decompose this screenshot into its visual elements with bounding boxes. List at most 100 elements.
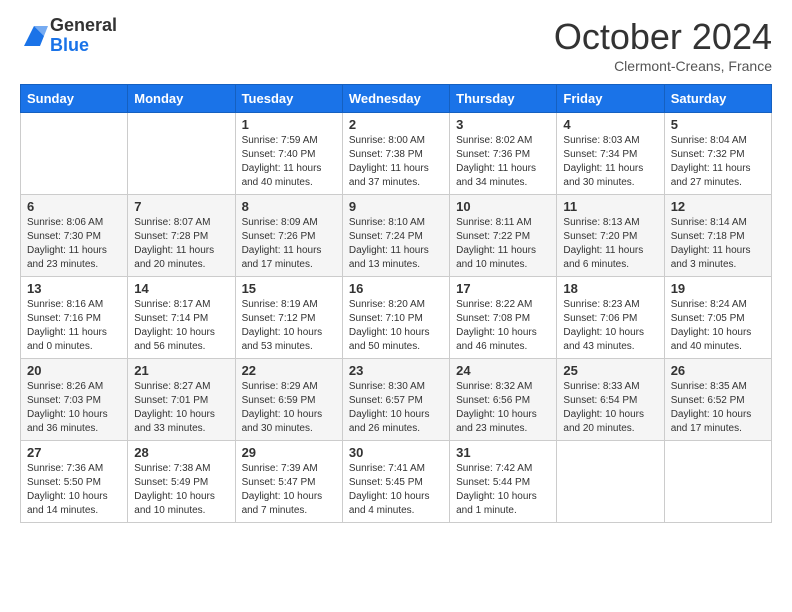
sunset-text: Sunset: 5:50 PM (27, 476, 121, 490)
daylight-text: Daylight: 11 hours and 23 minutes. (27, 244, 121, 272)
day-info: Sunrise: 8:03 AMSunset: 7:34 PMDaylight:… (563, 134, 657, 190)
sunrise-text: Sunrise: 8:04 AM (671, 134, 765, 148)
sunset-text: Sunset: 7:40 PM (242, 148, 336, 162)
sunrise-text: Sunrise: 8:23 AM (563, 298, 657, 312)
logo: General Blue (20, 16, 117, 56)
daylight-text: Daylight: 11 hours and 0 minutes. (27, 326, 121, 354)
sunset-text: Sunset: 7:30 PM (27, 230, 121, 244)
day-info: Sunrise: 8:00 AMSunset: 7:38 PMDaylight:… (349, 134, 443, 190)
daylight-text: Daylight: 10 hours and 1 minute. (456, 490, 550, 518)
sunset-text: Sunset: 7:12 PM (242, 312, 336, 326)
daylight-text: Daylight: 10 hours and 33 minutes. (134, 408, 228, 436)
header: General Blue October 2024 Clermont-Crean… (20, 16, 772, 74)
sunrise-text: Sunrise: 8:11 AM (456, 216, 550, 230)
day-number: 2 (349, 117, 443, 132)
table-row: 28 Sunrise: 7:38 AMSunset: 5:49 PMDayligh… (128, 441, 235, 523)
day-info: Sunrise: 8:09 AMSunset: 7:26 PMDaylight:… (242, 216, 336, 272)
table-row: 18 Sunrise: 8:23 AMSunset: 7:06 PMDayligh… (557, 277, 664, 359)
day-info: Sunrise: 8:02 AMSunset: 7:36 PMDaylight:… (456, 134, 550, 190)
table-row: 4Sunrise: 8:03 AMSunset: 7:34 PMDaylight… (557, 113, 664, 195)
day-info: Sunrise: 7:41 AMSunset: 5:45 PMDaylight:… (349, 462, 443, 518)
day-number: 11 (563, 199, 657, 214)
month-title: October 2024 (554, 16, 772, 58)
col-tuesday: Tuesday (235, 85, 342, 113)
sunrise-text: Sunrise: 7:42 AM (456, 462, 550, 476)
sunrise-text: Sunrise: 8:17 AM (134, 298, 228, 312)
col-saturday: Saturday (664, 85, 771, 113)
day-number: 17 (456, 281, 550, 296)
sunrise-text: Sunrise: 8:03 AM (563, 134, 657, 148)
sunrise-text: Sunrise: 7:41 AM (349, 462, 443, 476)
day-info: Sunrise: 8:23 AMSunset: 7:06 PMDaylight:… (563, 298, 657, 354)
day-number: 9 (349, 199, 443, 214)
day-number: 7 (134, 199, 228, 214)
table-row (21, 113, 128, 195)
sunrise-text: Sunrise: 8:13 AM (563, 216, 657, 230)
daylight-text: Daylight: 11 hours and 17 minutes. (242, 244, 336, 272)
table-row: 21Sunrise: 8:27 AMSunset: 7:01 PMDayligh… (128, 359, 235, 441)
day-info: Sunrise: 8:24 AMSunset: 7:05 PMDaylight:… (671, 298, 765, 354)
day-number: 18 (563, 281, 657, 296)
daylight-text: Daylight: 10 hours and 7 minutes. (242, 490, 336, 518)
sunset-text: Sunset: 7:05 PM (671, 312, 765, 326)
daylight-text: Daylight: 10 hours and 23 minutes. (456, 408, 550, 436)
day-number: 26 (671, 363, 765, 378)
location-subtitle: Clermont-Creans, France (554, 58, 772, 74)
sunrise-text: Sunrise: 8:14 AM (671, 216, 765, 230)
daylight-text: Daylight: 11 hours and 3 minutes. (671, 244, 765, 272)
daylight-text: Daylight: 11 hours and 10 minutes. (456, 244, 550, 272)
table-row: 30Sunrise: 7:41 AMSunset: 5:45 PMDayligh… (342, 441, 449, 523)
day-number: 5 (671, 117, 765, 132)
sunrise-text: Sunrise: 8:09 AM (242, 216, 336, 230)
sunrise-text: Sunrise: 8:02 AM (456, 134, 550, 148)
daylight-text: Daylight: 10 hours and 40 minutes. (671, 326, 765, 354)
day-info: Sunrise: 7:42 AMSunset: 5:44 PMDaylight:… (456, 462, 550, 518)
sunset-text: Sunset: 7:22 PM (456, 230, 550, 244)
table-row: 11Sunrise: 8:13 AMSunset: 7:20 PMDayligh… (557, 195, 664, 277)
day-number: 13 (27, 281, 121, 296)
day-number: 8 (242, 199, 336, 214)
day-number: 16 (349, 281, 443, 296)
day-info: Sunrise: 7:39 AMSunset: 5:47 PMDaylight:… (242, 462, 336, 518)
day-info: Sunrise: 7:36 AMSunset: 5:50 PMDaylight:… (27, 462, 121, 518)
daylight-text: Daylight: 10 hours and 10 minutes. (134, 490, 228, 518)
sunset-text: Sunset: 7:28 PM (134, 230, 228, 244)
day-info: Sunrise: 8:06 AMSunset: 7:30 PMDaylight:… (27, 216, 121, 272)
sunrise-text: Sunrise: 8:07 AM (134, 216, 228, 230)
daylight-text: Daylight: 11 hours and 27 minutes. (671, 162, 765, 190)
sunrise-text: Sunrise: 8:06 AM (27, 216, 121, 230)
sunset-text: Sunset: 7:18 PM (671, 230, 765, 244)
day-info: Sunrise: 8:07 AMSunset: 7:28 PMDaylight:… (134, 216, 228, 272)
sunset-text: Sunset: 7:38 PM (349, 148, 443, 162)
table-row: 5 Sunrise: 8:04 AMSunset: 7:32 PMDaylight… (664, 113, 771, 195)
sunset-text: Sunset: 6:52 PM (671, 394, 765, 408)
logo-blue-text: Blue (50, 36, 117, 56)
sunset-text: Sunset: 5:47 PM (242, 476, 336, 490)
title-area: October 2024 Clermont-Creans, France (554, 16, 772, 74)
col-thursday: Thursday (450, 85, 557, 113)
sunset-text: Sunset: 7:06 PM (563, 312, 657, 326)
sunset-text: Sunset: 7:14 PM (134, 312, 228, 326)
day-info: Sunrise: 7:38 AMSunset: 5:49 PMDaylight:… (134, 462, 228, 518)
sunset-text: Sunset: 7:32 PM (671, 148, 765, 162)
sunset-text: Sunset: 5:44 PM (456, 476, 550, 490)
day-number: 23 (349, 363, 443, 378)
table-row: 31Sunrise: 7:42 AMSunset: 5:44 PMDayligh… (450, 441, 557, 523)
sunset-text: Sunset: 7:20 PM (563, 230, 657, 244)
day-number: 28 (134, 445, 228, 460)
sunset-text: Sunset: 7:08 PM (456, 312, 550, 326)
table-row (128, 113, 235, 195)
day-number: 19 (671, 281, 765, 296)
sunrise-text: Sunrise: 8:26 AM (27, 380, 121, 394)
table-row: 24Sunrise: 8:32 AMSunset: 6:56 PMDayligh… (450, 359, 557, 441)
day-info: Sunrise: 8:19 AMSunset: 7:12 PMDaylight:… (242, 298, 336, 354)
sunset-text: Sunset: 6:56 PM (456, 394, 550, 408)
sunset-text: Sunset: 7:24 PM (349, 230, 443, 244)
calendar-body: 1Sunrise: 7:59 AMSunset: 7:40 PMDaylight… (21, 113, 772, 523)
sunrise-text: Sunrise: 8:29 AM (242, 380, 336, 394)
table-row: 3Sunrise: 8:02 AMSunset: 7:36 PMDaylight… (450, 113, 557, 195)
sunrise-text: Sunrise: 8:22 AM (456, 298, 550, 312)
table-row: 26Sunrise: 8:35 AMSunset: 6:52 PMDayligh… (664, 359, 771, 441)
day-number: 27 (27, 445, 121, 460)
col-sunday: Sunday (21, 85, 128, 113)
